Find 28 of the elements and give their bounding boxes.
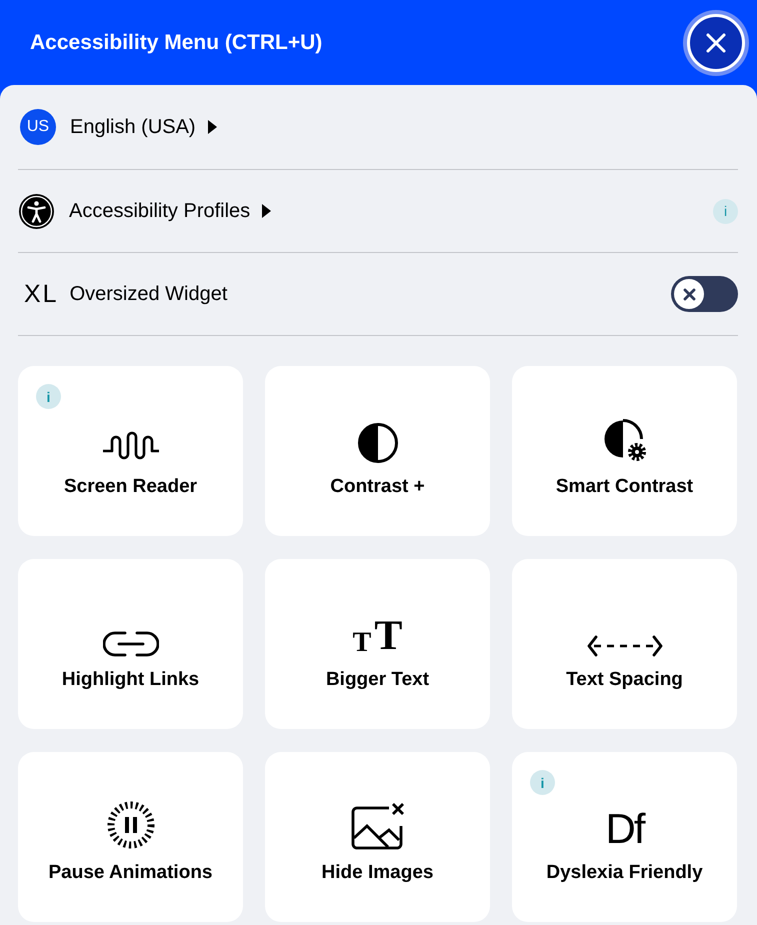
- feature-tile[interactable]: TT Bigger Text: [265, 559, 490, 729]
- caret-icon: [262, 204, 272, 218]
- text-size-icon: TT: [352, 615, 402, 657]
- feature-tile[interactable]: Hide Images: [265, 752, 490, 922]
- toggle-switch[interactable]: [671, 276, 738, 312]
- feature-tile[interactable]: i Df Dyslexia Friendly: [512, 752, 737, 922]
- profiles-selector[interactable]: Accessibility Profiles: [69, 200, 250, 222]
- setting-label: Oversized Widget: [70, 282, 228, 306]
- feature-tile[interactable]: Highlight Links: [18, 559, 243, 729]
- link-icon: [102, 631, 158, 657]
- feature-tile[interactable]: Smart Contrast: [512, 366, 737, 536]
- image-crossed-icon: [350, 802, 404, 850]
- cross-icon: [682, 288, 696, 300]
- spacing-arrow-icon: [586, 635, 662, 657]
- feature-tile[interactable]: Text Spacing: [512, 559, 737, 729]
- contrast-icon: [356, 422, 398, 464]
- close-icon: [705, 32, 727, 54]
- feature-tile[interactable]: Contrast +: [265, 366, 490, 536]
- language-badge: US: [20, 109, 56, 145]
- pause-icon: [106, 800, 156, 850]
- feature-tile[interactable]: i Screen Reader: [18, 366, 243, 536]
- size-label: XL: [24, 280, 59, 308]
- caret-icon: [208, 120, 217, 134]
- person-icon: [18, 192, 55, 230]
- feature-tile[interactable]: Pause Animations: [18, 752, 243, 922]
- font-icon: Df: [606, 808, 644, 850]
- language-selector[interactable]: English (USA): [70, 116, 196, 138]
- menu-title: Accessibility Menu (CTRL+U): [30, 30, 324, 54]
